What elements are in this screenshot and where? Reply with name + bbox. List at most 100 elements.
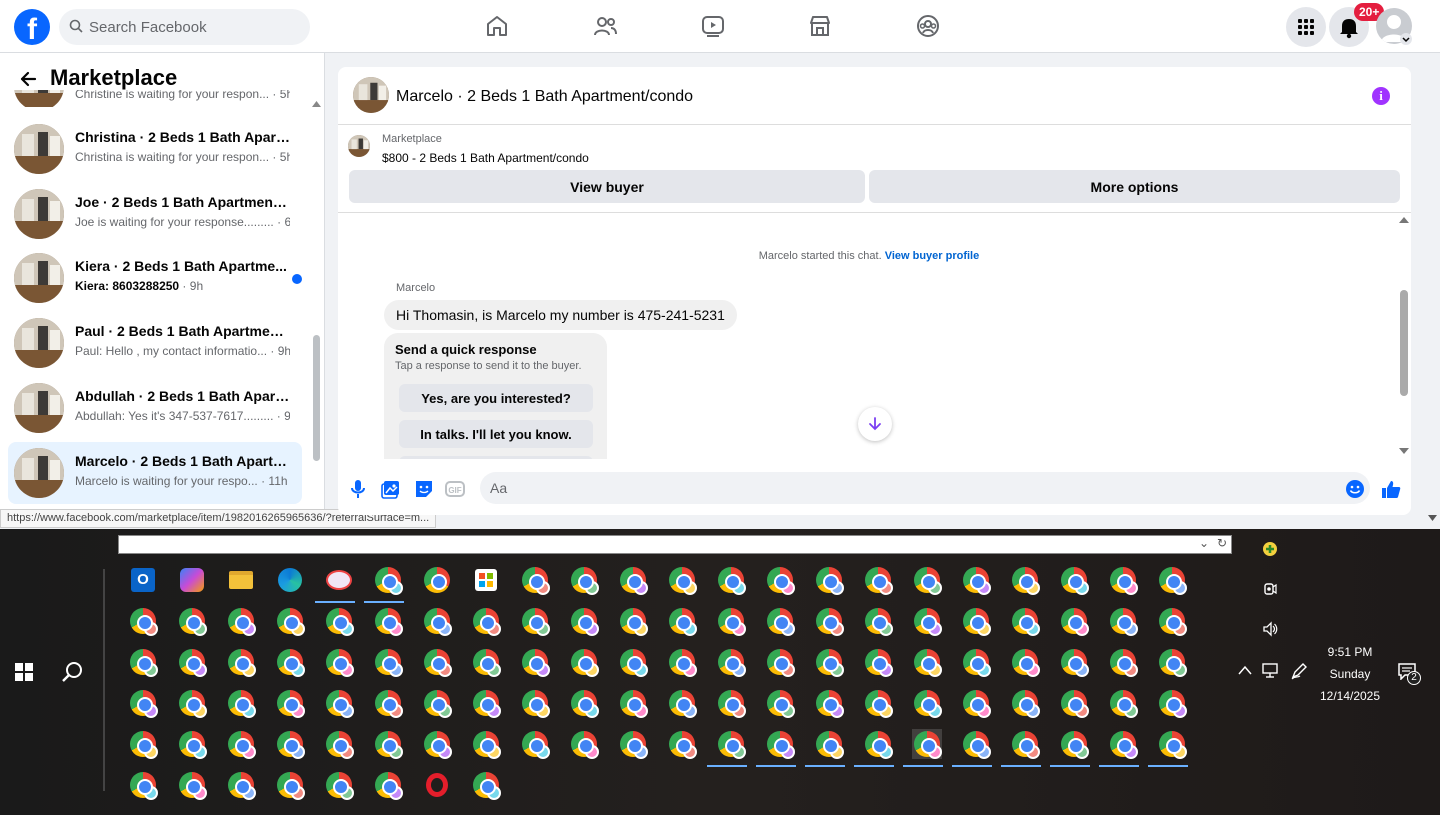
account-chevron-icon[interactable] bbox=[1400, 33, 1412, 45]
conversation-item[interactable]: Christina · 2 Beds 1 Bath Apartm... Chris… bbox=[8, 118, 302, 180]
chrome-profile-icon[interactable] bbox=[275, 688, 305, 718]
listing-thumbnail[interactable] bbox=[353, 77, 389, 113]
chrome-profile-icon[interactable] bbox=[226, 688, 256, 718]
chrome-profile-icon[interactable] bbox=[373, 606, 403, 636]
chrome-profile-icon[interactable] bbox=[520, 565, 550, 595]
chrome-profile-icon[interactable] bbox=[667, 729, 697, 759]
chrome-profile-icon[interactable] bbox=[618, 606, 648, 636]
microsoft-store-icon[interactable] bbox=[471, 565, 501, 595]
chrome-profile-icon[interactable] bbox=[275, 770, 305, 800]
outlook-icon[interactable]: O bbox=[128, 565, 158, 595]
home-icon[interactable] bbox=[484, 13, 510, 39]
chrome-profile-icon[interactable] bbox=[716, 565, 746, 595]
chrome-profile-icon[interactable] bbox=[226, 770, 256, 800]
chrome-profile-icon[interactable] bbox=[275, 729, 305, 759]
chrome-profile-icon[interactable] bbox=[765, 647, 795, 677]
chrome-profile-icon[interactable] bbox=[961, 565, 991, 595]
chrome-profile-icon[interactable] bbox=[226, 647, 256, 677]
chrome-profile-icon[interactable] bbox=[805, 729, 845, 767]
chrome-profile-icon[interactable] bbox=[1059, 606, 1089, 636]
refresh-icon[interactable]: ↻ bbox=[1217, 536, 1227, 550]
chrome-profile-icon[interactable] bbox=[912, 688, 942, 718]
chrome-profile-icon[interactable] bbox=[903, 729, 943, 767]
chrome-profile-icon[interactable] bbox=[128, 688, 158, 718]
chrome-profile-icon[interactable] bbox=[373, 688, 403, 718]
chrome-profile-icon[interactable] bbox=[863, 688, 893, 718]
chrome-profile-icon[interactable] bbox=[667, 647, 697, 677]
chrome-profile-icon[interactable] bbox=[667, 606, 697, 636]
chrome-profile-icon[interactable] bbox=[1108, 688, 1138, 718]
chrome-profile-icon[interactable] bbox=[1108, 606, 1138, 636]
chrome-profile-icon[interactable] bbox=[854, 729, 894, 767]
chrome-profile-icon[interactable] bbox=[569, 688, 599, 718]
quick-reply-button[interactable] bbox=[399, 456, 593, 459]
search-box[interactable] bbox=[59, 9, 310, 45]
chrome-profile-icon[interactable] bbox=[373, 647, 403, 677]
conversation-item[interactable]: Marcelo · 2 Beds 1 Bath Apartm... Marcelo… bbox=[8, 442, 302, 504]
chrome-profile-icon[interactable] bbox=[814, 688, 844, 718]
friends-icon[interactable] bbox=[592, 13, 618, 39]
chrome-profile-icon[interactable] bbox=[1059, 565, 1089, 595]
quick-reply-button[interactable]: Yes, are you interested? bbox=[399, 384, 593, 412]
chrome-profile-icon[interactable] bbox=[765, 565, 795, 595]
chevron-down-icon[interactable]: ⌄ bbox=[1199, 536, 1209, 550]
chrome-profile-icon[interactable] bbox=[1108, 647, 1138, 677]
chrome-profile-icon[interactable] bbox=[765, 606, 795, 636]
chrome-profile-icon[interactable] bbox=[471, 647, 501, 677]
back-arrow-icon[interactable] bbox=[18, 69, 38, 89]
chrome-profile-icon[interactable] bbox=[1010, 688, 1040, 718]
chrome-profile-icon[interactable] bbox=[1099, 729, 1139, 767]
gif-icon[interactable]: GIF bbox=[444, 478, 466, 500]
chrome-profile-icon[interactable] bbox=[275, 606, 305, 636]
chrome-profile-icon[interactable] bbox=[863, 565, 893, 595]
chrome-profile-icon[interactable] bbox=[1050, 729, 1090, 767]
chrome-profile-icon[interactable] bbox=[716, 606, 746, 636]
chrome-profile-icon[interactable] bbox=[961, 688, 991, 718]
chrome-profile-icon[interactable] bbox=[422, 606, 452, 636]
chrome-profile-icon[interactable] bbox=[324, 770, 354, 800]
chrome-profile-icon[interactable] bbox=[373, 729, 403, 759]
chrome-profile-icon[interactable] bbox=[364, 565, 404, 603]
chrome-profile-icon[interactable] bbox=[471, 770, 501, 800]
chrome-profile-icon[interactable] bbox=[128, 729, 158, 759]
chrome-profile-icon[interactable] bbox=[324, 647, 354, 677]
chrome-profile-icon[interactable] bbox=[961, 647, 991, 677]
pen-icon[interactable] bbox=[1290, 662, 1308, 680]
chrome-profile-icon[interactable] bbox=[128, 606, 158, 636]
chrome-profile-icon[interactable] bbox=[1148, 729, 1188, 767]
scroll-up-arrow-icon[interactable] bbox=[1399, 217, 1409, 223]
chrome-profile-icon[interactable] bbox=[756, 729, 796, 767]
search-input[interactable] bbox=[89, 9, 304, 45]
scroll-down-arrow-icon[interactable] bbox=[1399, 448, 1409, 454]
chrome-profile-icon[interactable] bbox=[177, 770, 207, 800]
chrome-profile-icon[interactable] bbox=[618, 729, 648, 759]
chrome-profile-icon[interactable] bbox=[177, 606, 207, 636]
chrome-profile-icon[interactable] bbox=[471, 688, 501, 718]
message-input[interactable] bbox=[480, 472, 1370, 504]
taskbar-address-bar[interactable]: ⌄ ↻ bbox=[118, 535, 1232, 554]
chrome-profile-icon[interactable] bbox=[226, 606, 256, 636]
listing-title[interactable]: $800 - 2 Beds 1 Bath Apartment/condo bbox=[382, 151, 589, 165]
chrome-profile-icon[interactable] bbox=[716, 647, 746, 677]
chrome-profile-icon[interactable] bbox=[912, 565, 942, 595]
chat-title[interactable]: Marcelo · 2 Beds 1 Bath Apartment/condo bbox=[396, 88, 693, 106]
video-icon[interactable] bbox=[700, 13, 726, 39]
chrome-profile-icon[interactable] bbox=[765, 688, 795, 718]
scrollbar-thumb[interactable] bbox=[1400, 290, 1408, 396]
chrome-profile-icon[interactable] bbox=[1059, 688, 1089, 718]
chrome-profile-icon[interactable] bbox=[716, 688, 746, 718]
groups-icon[interactable] bbox=[915, 13, 941, 39]
paint-icon[interactable] bbox=[315, 565, 355, 603]
show-hidden-icons-chevron-icon[interactable] bbox=[1238, 665, 1252, 675]
chrome-profile-icon[interactable] bbox=[177, 729, 207, 759]
photo-icon[interactable] bbox=[380, 478, 402, 500]
chrome-profile-icon[interactable] bbox=[177, 688, 207, 718]
chrome-profile-icon[interactable] bbox=[814, 565, 844, 595]
chrome-profile-icon[interactable] bbox=[667, 565, 697, 595]
marketplace-icon[interactable] bbox=[807, 13, 833, 39]
sidebar-scrollbar[interactable] bbox=[313, 335, 320, 461]
more-options-button[interactable]: More options bbox=[869, 170, 1400, 203]
chrome-profile-icon[interactable] bbox=[814, 606, 844, 636]
menu-button[interactable] bbox=[1286, 7, 1326, 47]
chrome-profile-icon[interactable] bbox=[1157, 565, 1187, 595]
